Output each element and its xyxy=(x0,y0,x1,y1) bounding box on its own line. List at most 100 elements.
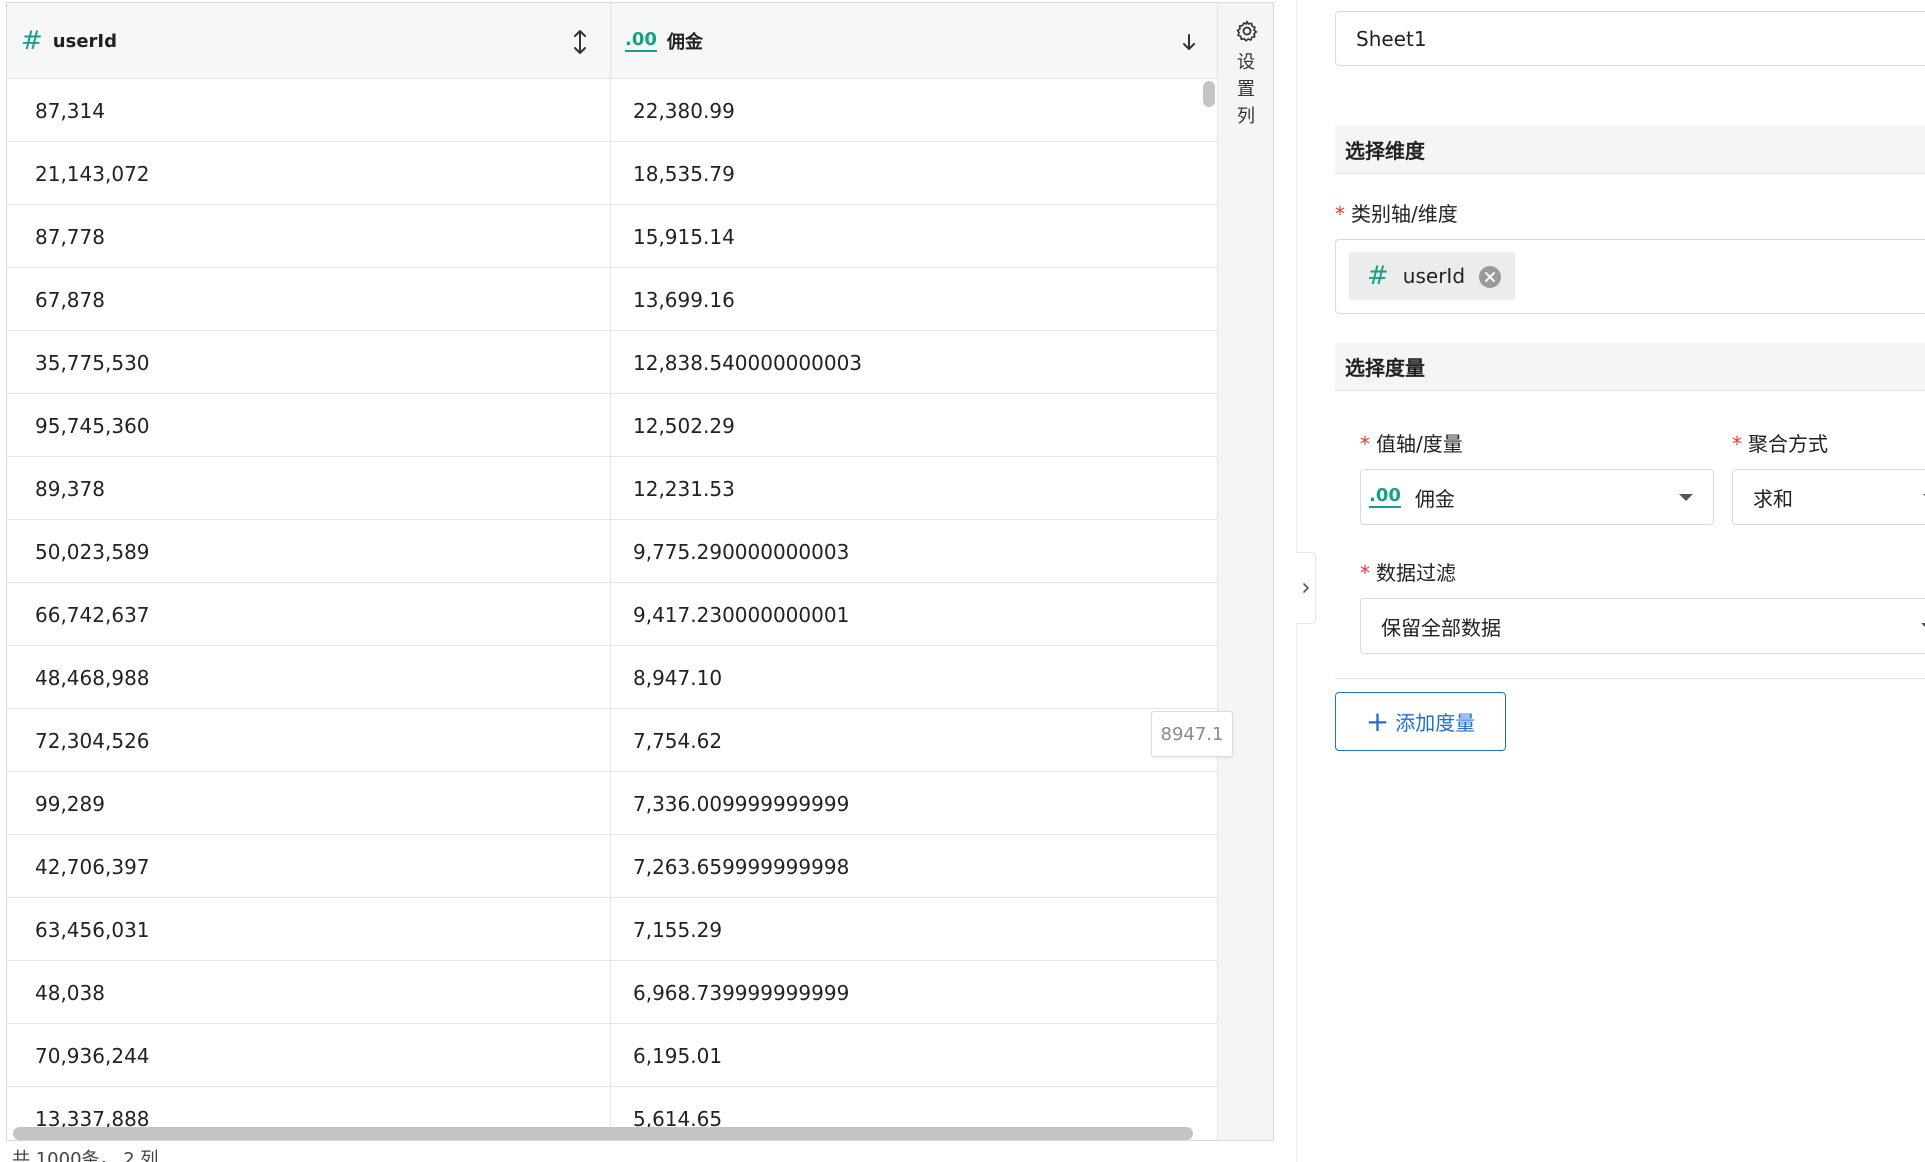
commission-cell[interactable]: 6,195.01 xyxy=(611,1024,1217,1087)
column-settings-button[interactable]: 设置列 xyxy=(1217,3,1273,1140)
userid-cell[interactable]: 48,468,988 xyxy=(7,646,611,709)
userid-cell[interactable]: 72,304,526 xyxy=(7,709,611,772)
table-row[interactable]: 87,314 22,380.99 xyxy=(7,79,1217,142)
userid-cell[interactable]: 48,038 xyxy=(7,961,611,1024)
userid-cell[interactable]: 87,778 xyxy=(7,205,611,268)
commission-cell[interactable]: 7,263.659999999998 xyxy=(611,835,1217,898)
settings-label: 设置列 xyxy=(1218,49,1273,130)
commission-cell[interactable]: 7,155.29 xyxy=(611,898,1217,961)
horizontal-scrollbar[interactable] xyxy=(13,1127,1193,1140)
dimension-field-box[interactable]: # userId xyxy=(1335,239,1925,314)
userid-cell[interactable]: 95,745,360 xyxy=(7,394,611,457)
caret-down-icon xyxy=(1679,494,1693,501)
required-mark: * xyxy=(1335,202,1345,226)
commission-cell[interactable]: 22,380.99 xyxy=(611,79,1217,142)
userid-cell[interactable]: 99,289 xyxy=(7,772,611,835)
measure-select-value: 佣金 xyxy=(1414,486,1455,511)
measure-label: * 值轴/度量 xyxy=(1360,428,1463,457)
commission-cell[interactable]: 9,775.290000000003 xyxy=(611,520,1217,583)
chevron-right-icon xyxy=(1302,583,1309,593)
vertical-scrollbar[interactable] xyxy=(1203,81,1215,107)
commission-cell[interactable]: 7,754.62 xyxy=(611,709,1217,772)
commission-cell[interactable]: 8,947.10 xyxy=(611,646,1217,709)
data-table-panel: # userId .00 佣金 87,314 22,380.99 21,143,07… xyxy=(6,2,1274,1141)
table-summary: 共 1000条， 2 列 xyxy=(12,1149,159,1162)
dimension-section-header: 选择维度 xyxy=(1335,126,1925,174)
decimal-type-icon: .00 xyxy=(625,29,657,52)
filter-label-text: 数据过滤 xyxy=(1376,561,1456,585)
commission-cell[interactable]: 7,336.009999999999 xyxy=(611,772,1217,835)
column-header-label: userId xyxy=(52,30,117,52)
dimension-label-text: 类别轴/维度 xyxy=(1351,202,1458,226)
dimension-tag-userid: # userId xyxy=(1349,252,1515,300)
aggregation-select[interactable]: 求和 xyxy=(1732,469,1925,525)
gear-icon xyxy=(1236,20,1258,42)
measure-section-header: 选择度量 xyxy=(1335,343,1925,391)
column-header-commission[interactable]: .00 佣金 xyxy=(611,3,1217,79)
userid-cell[interactable]: 42,706,397 xyxy=(7,835,611,898)
required-mark: * xyxy=(1360,432,1370,456)
collapse-panel-button[interactable] xyxy=(1296,552,1316,624)
userid-cell[interactable]: 50,023,589 xyxy=(7,520,611,583)
commission-cell[interactable]: 12,838.540000000003 xyxy=(611,331,1217,394)
sort-both-icon[interactable] xyxy=(572,29,588,55)
required-mark: * xyxy=(1360,561,1370,585)
table-row[interactable]: 50,023,589 9,775.290000000003 xyxy=(7,520,1217,583)
commission-cell[interactable]: 12,231.53 xyxy=(611,457,1217,520)
table-row[interactable]: 35,775,530 12,838.540000000003 xyxy=(7,331,1217,394)
sort-descending-icon[interactable] xyxy=(1181,29,1197,55)
table-row[interactable]: 48,038 6,968.739999999999 xyxy=(7,961,1217,1024)
number-type-icon: # xyxy=(1367,261,1389,291)
decimal-type-icon: .00 xyxy=(1369,485,1401,508)
commission-cell[interactable]: 13,699.16 xyxy=(611,268,1217,331)
table-row[interactable]: 66,742,637 9,417.230000000001 xyxy=(7,583,1217,646)
dimension-tag-label: userId xyxy=(1402,264,1466,288)
measure-label-text: 值轴/度量 xyxy=(1376,432,1463,456)
plus-icon: + xyxy=(1365,704,1390,738)
commission-cell[interactable]: 9,417.230000000001 xyxy=(611,583,1217,646)
sheet-name-input[interactable]: Sheet1 xyxy=(1335,11,1925,66)
table-row[interactable]: 63,456,031 7,155.29 xyxy=(7,898,1217,961)
userid-cell[interactable]: 35,775,530 xyxy=(7,331,611,394)
filter-label: * 数据过滤 xyxy=(1360,557,1456,586)
userid-cell[interactable]: 21,143,072 xyxy=(7,142,611,205)
dimension-label: * 类别轴/维度 xyxy=(1335,198,1458,227)
column-header-label: 佣金 xyxy=(666,32,703,53)
table-row[interactable]: 48,468,988 8,947.10 xyxy=(7,646,1217,709)
table-row[interactable]: 42,706,397 7,263.659999999998 xyxy=(7,835,1217,898)
userid-cell[interactable]: 89,378 xyxy=(7,457,611,520)
section-divider xyxy=(1335,678,1925,679)
data-filter-value: 保留全部数据 xyxy=(1381,615,1501,640)
table-row[interactable]: 89,378 12,231.53 xyxy=(7,457,1217,520)
table-row[interactable]: 95,745,360 12,502.29 xyxy=(7,394,1217,457)
table-row[interactable]: 70,936,244 6,195.01 xyxy=(7,1024,1217,1087)
aggregation-select-value: 求和 xyxy=(1753,486,1793,511)
data-filter-select[interactable]: 保留全部数据 xyxy=(1360,598,1925,654)
table-row[interactable]: 87,778 15,915.14 xyxy=(7,205,1217,268)
commission-cell[interactable]: 15,915.14 xyxy=(611,205,1217,268)
userid-cell[interactable]: 63,456,031 xyxy=(7,898,611,961)
column-header-userid[interactable]: # userId xyxy=(7,3,611,79)
userid-cell[interactable]: 87,314 xyxy=(7,79,611,142)
table-row[interactable]: 72,304,526 7,754.62 xyxy=(7,709,1217,772)
remove-tag-icon[interactable] xyxy=(1478,265,1502,289)
settings-label-text: 设置列 xyxy=(1237,52,1255,127)
table-row[interactable]: 99,289 7,336.009999999999 xyxy=(7,772,1217,835)
commission-cell[interactable]: 12,502.29 xyxy=(611,394,1217,457)
caret-down-icon xyxy=(1921,623,1925,630)
userid-cell[interactable]: 70,936,244 xyxy=(7,1024,611,1087)
add-measure-button[interactable]: + 添加度量 xyxy=(1335,692,1506,751)
commission-cell[interactable]: 6,968.739999999999 xyxy=(611,961,1217,1024)
measure-select[interactable]: .00 佣金 xyxy=(1360,469,1714,525)
userid-cell[interactable]: 66,742,637 xyxy=(7,583,611,646)
table-row[interactable]: 21,143,072 18,535.79 xyxy=(7,142,1217,205)
commission-cell[interactable]: 18,535.79 xyxy=(611,142,1217,205)
sheet-name-value: Sheet1 xyxy=(1356,26,1427,51)
number-type-icon: # xyxy=(21,26,43,56)
add-measure-label: 添加度量 xyxy=(1395,711,1476,735)
table-row[interactable]: 67,878 13,699.16 xyxy=(7,268,1217,331)
aggregation-label-text: 聚合方式 xyxy=(1748,432,1828,456)
aggregation-label: * 聚合方式 xyxy=(1732,428,1828,457)
cell-tooltip: 8947.1 xyxy=(1151,711,1233,757)
userid-cell[interactable]: 67,878 xyxy=(7,268,611,331)
